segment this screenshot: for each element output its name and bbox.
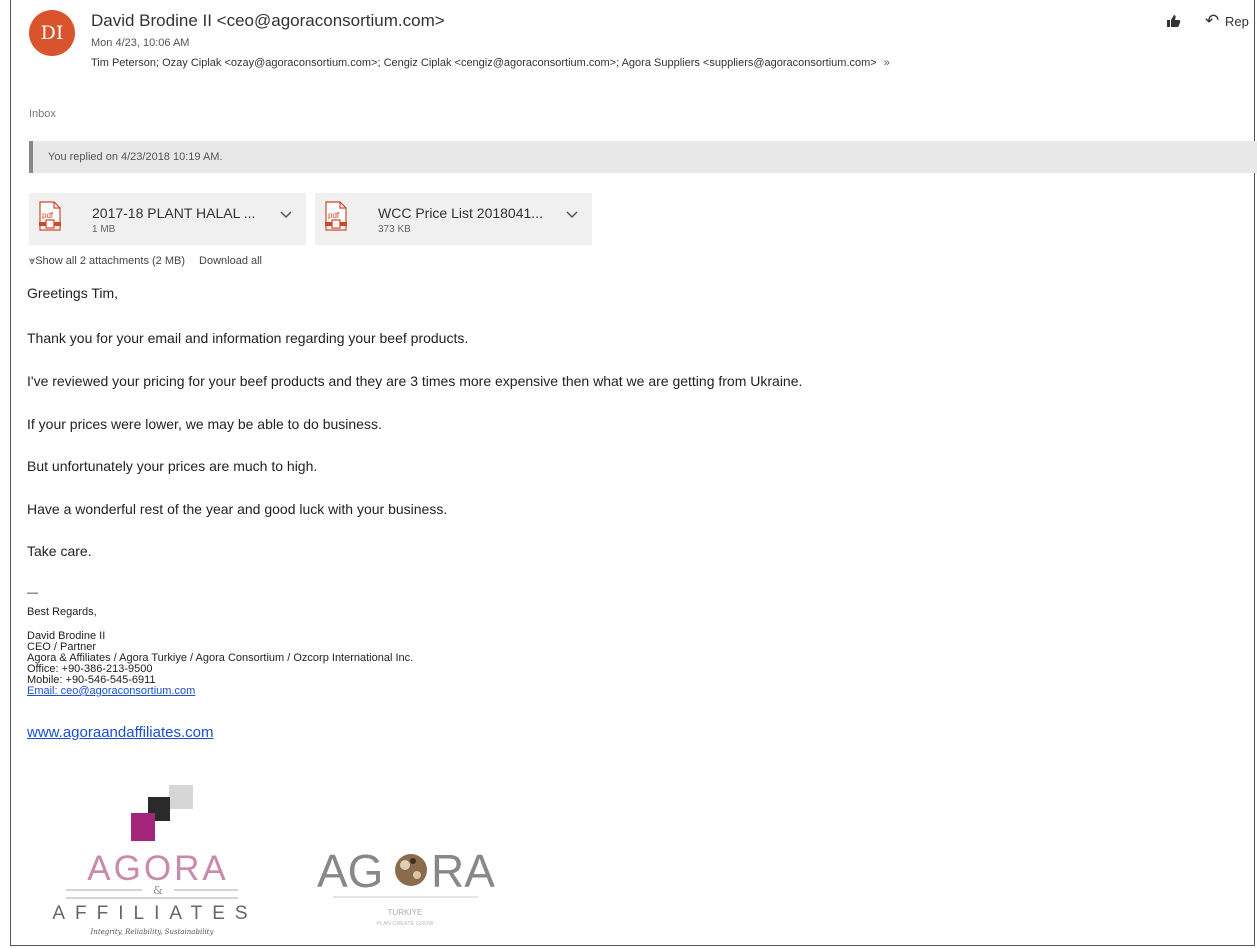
logo-turkiye-sub: TURKIYE <box>388 908 423 917</box>
recipients-list[interactable]: Tim Peterson; Ozay Ciplak <ozay@agoracon… <box>91 57 877 69</box>
sender-name[interactable]: David Brodine II <ceo@agoraconsortium.co… <box>91 11 445 31</box>
body-paragraph: But unfortunately your prices are much t… <box>27 458 318 474</box>
chevron-down-icon[interactable] <box>280 209 292 221</box>
recipients-line: Tim Peterson; Ozay Ciplak <ozay@agoracon… <box>91 57 890 69</box>
pdf-icon: pdf <box>39 201 61 231</box>
pdf-icon: pdf <box>325 201 347 231</box>
sent-date: Mon 4/23, 10:06 AM <box>91 37 190 49</box>
body-paragraph: If your prices were lower, we may be abl… <box>27 416 382 432</box>
show-all-attachments-link[interactable]: Show all 2 attachments (2 MB) <box>35 255 185 267</box>
signature-regards: Best Regards, <box>27 606 97 618</box>
body-paragraph: Have a wonderful rest of the year and go… <box>27 501 448 517</box>
closing: Take care. <box>27 543 92 559</box>
agora-turkiye-logo: AG RA TURKIYE PLAN CREATE GROW <box>317 845 495 927</box>
attachment-size: 373 KB <box>378 224 411 235</box>
attachment-name: 2017-18 PLANT HALAL ... <box>92 205 256 221</box>
folder-label: Inbox <box>29 108 56 120</box>
logo-word-affiliates: AFFILIATES <box>52 903 257 924</box>
signature-dash: — <box>27 587 38 599</box>
logo-ampersand: & <box>153 884 163 897</box>
attachment-name: WCC Price List 2018041... <box>378 205 543 221</box>
download-all-link[interactable]: Download all <box>199 255 262 267</box>
reply-button[interactable]: Rep <box>1225 14 1249 29</box>
svg-text:pdf: pdf <box>42 211 54 220</box>
attachment-card[interactable]: pdf 2017-18 PLANT HALAL ... 1 MB <box>29 193 306 245</box>
sender-avatar[interactable]: DI <box>29 10 75 56</box>
logo-word-right: RA <box>431 845 495 897</box>
attachment-links: ⩔Show all 2 attachments (2 MB) Download a… <box>29 255 262 268</box>
reply-icon[interactable]: ↶ <box>1205 11 1219 31</box>
website-link[interactable]: www.agoraandaffiliates.com <box>27 724 214 741</box>
logo-tagline: Integrity, Reliability, Sustainability <box>90 928 215 936</box>
logo-word-agora: AGORA <box>87 849 228 888</box>
greeting: Greetings Tim, <box>27 285 119 301</box>
svg-text:pdf: pdf <box>328 211 340 220</box>
email-link[interactable]: Email: ceo@agoraconsortium.com <box>27 685 195 697</box>
logo-turkiye-tagline: PLAN CREATE GROW <box>376 921 434 927</box>
chevron-down-icon[interactable] <box>566 209 578 221</box>
signature-email-row: Email: ceo@agoraconsortium.com <box>27 686 195 697</box>
attachment-card[interactable]: pdf WCC Price List 2018041... 373 KB <box>315 193 592 245</box>
attachment-size: 1 MB <box>92 224 116 235</box>
message-actions: ↶ Rep <box>1157 10 1257 34</box>
agora-affiliates-logo: AGORA & AFFILIATES Integrity, Reliabilit… <box>52 785 257 936</box>
like-icon[interactable] <box>1165 13 1181 29</box>
expand-recipients-icon[interactable]: » <box>884 57 890 69</box>
replied-notice[interactable]: You replied on 4/23/2018 10:19 AM. <box>29 141 1257 173</box>
body-paragraph: Thank you for your email and information… <box>27 330 469 346</box>
logo-word-left: AG <box>317 845 383 897</box>
body-paragraph: I've reviewed your pricing for your beef… <box>27 373 803 389</box>
